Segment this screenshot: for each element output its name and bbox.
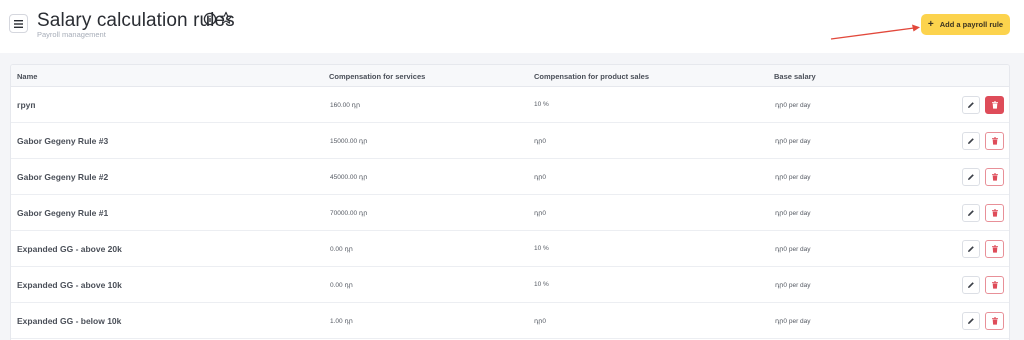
trash-icon [991,101,998,109]
add-payroll-rule-label: Add a payroll rule [939,20,1004,29]
pencil-icon [968,174,974,180]
edit-rule-button[interactable] [962,204,980,222]
annotation-arrow-icon [830,24,920,40]
services-compensation: 70000.00 դր [330,210,368,217]
pencil-icon [968,246,974,252]
rule-name: груп [17,100,36,110]
edit-rule-button[interactable] [962,168,980,186]
product-sales-compensation: դր0 [534,318,547,325]
base-salary: դր0 per day [775,174,811,181]
product-sales-compensation: 10 % [534,101,549,108]
trash-icon [991,281,998,289]
pencil-icon [968,318,974,324]
menu-toggle-button[interactable] [9,14,28,33]
trash-icon [991,137,998,145]
rule-name: Expanded GG - above 20k [17,244,122,254]
base-salary: դր0 per day [775,102,811,109]
edit-rule-button[interactable] [962,96,980,114]
rule-name: Gabor Gegeny Rule #3 [17,136,109,146]
rule-name: Gabor Gegeny Rule #1 [17,208,109,218]
edit-rule-button[interactable] [962,312,980,330]
delete-rule-button[interactable] [985,276,1004,294]
product-sales-compensation: դր0 [534,138,547,145]
base-salary: դր0 per day [775,138,811,145]
table-row: Expanded GG - above 10k 0.00 դր 10 % դր0… [11,267,1009,303]
star-icon[interactable] [219,11,233,25]
table-row: Gabor Gegeny Rule #3 15000.00 դր դր0 դր0… [11,123,1009,159]
product-sales-compensation: դր0 [534,210,547,217]
hamburger-menu-icon [14,19,23,28]
delete-rule-button[interactable] [985,168,1004,186]
delete-rule-button[interactable] [985,96,1004,114]
plus-icon: + [927,18,934,30]
column-header-base-salary: Base salary [774,72,816,81]
product-sales-compensation: 10 % [534,245,549,252]
trash-icon [991,173,998,181]
base-salary: դր0 per day [775,210,811,217]
table-row: Expanded GG - above 20k 0.00 դր 10 % դր0… [11,231,1009,267]
table-row: груп 160.00 դր 10 % դր0 per day [11,87,1009,123]
base-salary: դր0 per day [775,318,811,325]
page-subtitle: Payroll management [37,30,106,39]
edit-rule-button[interactable] [962,276,980,294]
delete-rule-button[interactable] [985,132,1004,150]
table-row: Gabor Gegeny Rule #2 45000.00 դր դր0 դր0… [11,159,1009,195]
product-sales-compensation: դր0 [534,174,547,181]
column-header-services: Compensation for services [329,72,426,81]
edit-rule-button[interactable] [962,132,980,150]
column-header-name: Name [17,72,38,81]
table-header: Name Compensation for services Compensat… [11,65,1009,87]
page-header: Salary calculation rules Payroll managem… [0,0,1024,53]
table-row: Expanded GG - below 10k 1.00 դր դր0 դր0 … [11,303,1009,339]
base-salary: դր0 per day [775,282,811,289]
rule-name: Expanded GG - below 10k [17,316,122,326]
column-header-product-sales: Compensation for product sales [534,72,650,81]
trash-icon [991,209,998,217]
delete-rule-button[interactable] [985,240,1004,258]
services-compensation: 45000.00 դր [330,174,368,181]
delete-rule-button[interactable] [985,312,1004,330]
table-row: Gabor Gegeny Rule #1 70000.00 դր դր0 դր0… [11,195,1009,231]
add-payroll-rule-button[interactable]: + Add a payroll rule [921,14,1010,35]
delete-rule-button[interactable] [985,204,1004,222]
trash-icon [991,245,998,253]
rule-name: Expanded GG - above 10k [17,280,122,290]
services-compensation: 0.00 դր [330,282,353,289]
product-sales-compensation: 10 % [534,281,549,288]
pencil-icon [968,138,974,144]
trash-icon [991,317,998,325]
pencil-icon [968,210,974,216]
payroll-rules-table: Name Compensation for services Compensat… [10,64,1010,340]
services-compensation: 15000.00 դր [330,138,368,145]
rule-name: Gabor Gegeny Rule #2 [17,172,109,182]
edit-rule-button[interactable] [962,240,980,258]
base-salary: դր0 per day [775,246,811,253]
pencil-icon [968,282,974,288]
services-compensation: 160.00 դր [330,102,361,109]
services-compensation: 0.00 դր [330,246,353,253]
services-compensation: 1.00 դր [330,318,353,325]
info-icon[interactable] [203,12,217,26]
pencil-icon [968,102,974,108]
